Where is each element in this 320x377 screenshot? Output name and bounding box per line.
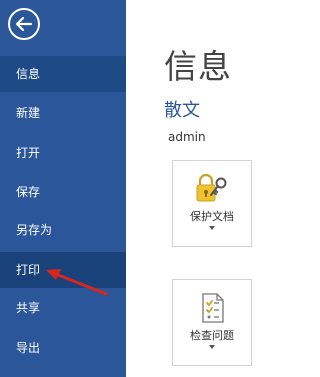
sidebar-item-label: 新建 [16, 106, 41, 120]
sidebar-item-save-as[interactable]: 另存为 [0, 212, 126, 248]
sidebar-item-export[interactable]: 导出 [0, 330, 126, 366]
sidebar-item-print[interactable]: 打印 [0, 252, 126, 288]
sidebar-item-label: 打印 [16, 263, 41, 277]
sidebar-item-label: 共享 [16, 301, 41, 315]
backstage-sidebar: 信息 新建 打开 保存 另存为 打印 共享 导出 [0, 0, 126, 377]
document-title: 散文 [164, 100, 200, 121]
check-for-issues-label: 检查问题 [190, 329, 234, 342]
sidebar-item-label: 导出 [16, 341, 41, 355]
sidebar-item-label: 信息 [16, 67, 41, 81]
sidebar-item-open[interactable]: 打开 [0, 135, 126, 171]
back-button[interactable] [7, 7, 41, 41]
chevron-down-icon [209, 226, 215, 230]
page-title: 信息 [164, 47, 232, 86]
lock-key-icon [196, 173, 227, 202]
info-panel: 信息 散文 admin 保护文档 检查问题 [126, 0, 260, 377]
sidebar-item-new[interactable]: 新建 [0, 95, 126, 131]
back-arrow-icon [8, 8, 40, 40]
sidebar-item-info[interactable]: 信息 [0, 56, 126, 92]
inspect-document-icon [202, 293, 224, 323]
protect-document-label: 保护文档 [190, 210, 234, 223]
sidebar-item-save[interactable]: 保存 [0, 174, 126, 210]
sidebar-item-label: 另存为 [16, 223, 53, 237]
author-name: admin [168, 130, 206, 144]
sidebar-item-share[interactable]: 共享 [0, 290, 126, 326]
check-for-issues-button[interactable]: 检查问题 [172, 279, 252, 366]
sidebar-item-label: 保存 [16, 185, 41, 199]
chevron-down-icon [209, 345, 215, 349]
protect-document-button[interactable]: 保护文档 [172, 160, 252, 247]
sidebar-item-label: 打开 [16, 146, 41, 160]
